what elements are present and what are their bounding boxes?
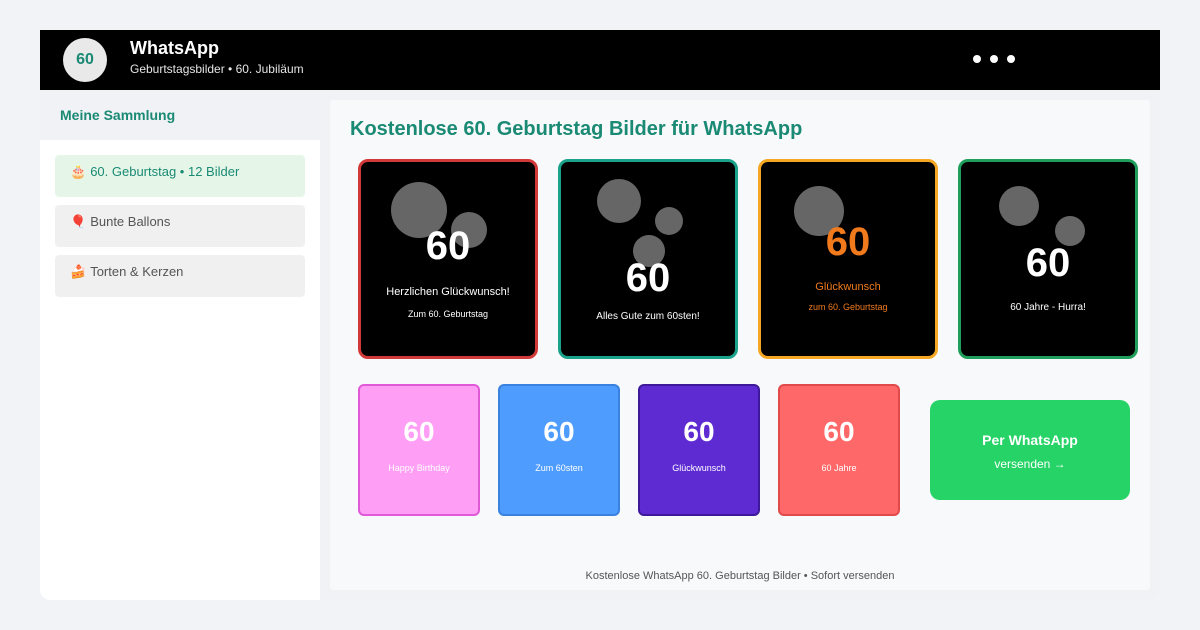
top-bar: 60 WhatsApp Geburtstagsbilder • 60. Jubi…	[40, 30, 1160, 90]
card-number: 60	[625, 256, 671, 300]
tile-number: 60	[823, 416, 855, 447]
image-card-4[interactable]: 60 60 Jahre - Hurra!	[958, 159, 1138, 359]
image-card-1[interactable]: 60 Herzlichen Glückwunsch! Zum 60. Gebur…	[358, 159, 538, 359]
tile-label: Glückwunsch	[672, 463, 726, 473]
tile-60-jahre[interactable]: 60 60 Jahre	[778, 384, 900, 516]
send-button-title: Per WhatsApp	[982, 432, 1078, 448]
image-card-2[interactable]: 60 Alles Gute zum 60sten!	[558, 159, 738, 359]
card-number: 60	[1025, 241, 1071, 285]
send-whatsapp-button[interactable]: Per WhatsApp versenden →	[930, 400, 1130, 500]
sidebar-item-label: 60. Geburtstag • 12 Bilder	[90, 164, 240, 179]
tile-zum-60sten[interactable]: 60 Zum 60sten	[498, 384, 620, 516]
balloon-shape	[597, 179, 641, 223]
tile-label: 60 Jahre	[821, 463, 857, 473]
card-line-2: Zum 60. Geburtstag	[407, 309, 489, 319]
card-line-1: Glückwunsch	[815, 281, 881, 293]
tile-label: Happy Birthday	[388, 463, 450, 473]
tile-number: 60	[543, 416, 575, 447]
card-number: 60	[425, 224, 471, 268]
sidebar-header: Meine Sammlung	[40, 90, 320, 140]
balloon-shape	[999, 186, 1039, 226]
tile-label: Zum 60sten	[535, 463, 583, 473]
sidebar: Meine Sammlung 🎂 60. Geburtstag • 12 Bil…	[40, 90, 320, 600]
balloon-icon: 🎈	[70, 214, 87, 229]
card-line-1: Alles Gute zum 60sten!	[596, 311, 700, 322]
app-subtitle: Geburtstagsbilder • 60. Jubiläum	[130, 62, 304, 76]
card-line-1: 60 Jahre - Hurra!	[1010, 302, 1086, 313]
cake-icon: 🎂	[70, 164, 87, 179]
page-title: Kostenlose 60. Geburtstag Bilder für Wha…	[350, 118, 803, 140]
sidebar-item-60-geburtstag[interactable]: 🎂 60. Geburtstag • 12 Bilder	[55, 155, 305, 197]
sidebar-item-torten-kerzen[interactable]: 🍰 Torten & Kerzen	[55, 255, 305, 297]
image-card-3[interactable]: 60 Glückwunsch zum 60. Geburtstag	[758, 159, 938, 359]
sidebar-item-label: Bunte Ballons	[90, 214, 171, 229]
app-title: WhatsApp	[130, 38, 219, 58]
tile-number: 60	[683, 416, 715, 447]
card-number: 60	[825, 220, 871, 264]
footer-text: Kostenlose WhatsApp 60. Geburtstag Bilde…	[585, 570, 895, 582]
tile-number: 60	[403, 416, 435, 447]
tile-glueckwunsch[interactable]: 60 Glückwunsch	[638, 384, 760, 516]
sidebar-item-bunte-ballons[interactable]: 🎈 Bunte Ballons	[55, 205, 305, 247]
app-window: 60 WhatsApp Geburtstagsbilder • 60. Jubi…	[40, 30, 1160, 600]
dot	[973, 55, 981, 63]
content-panel: Kostenlose 60. Geburtstag Bilder für Wha…	[330, 100, 1150, 590]
avatar[interactable]: 60	[63, 38, 107, 82]
card-line-2: zum 60. Geburtstag	[808, 302, 888, 312]
send-button-subtitle: versenden →	[994, 457, 1066, 471]
sidebar-heading: Meine Sammlung	[60, 107, 176, 123]
card-line-1: Herzlichen Glückwunsch!	[386, 286, 510, 298]
dot	[990, 55, 998, 63]
balloon-shape	[655, 207, 683, 235]
main-area: Kostenlose 60. Geburtstag Bilder für Wha…	[320, 90, 1160, 600]
cake-slice-icon: 🍰	[70, 264, 87, 279]
tile-happy-birthday[interactable]: 60 Happy Birthday	[358, 384, 480, 516]
sidebar-item-label: Torten & Kerzen	[90, 264, 184, 279]
more-dots-icon[interactable]	[970, 52, 1018, 66]
dot	[1007, 55, 1015, 63]
